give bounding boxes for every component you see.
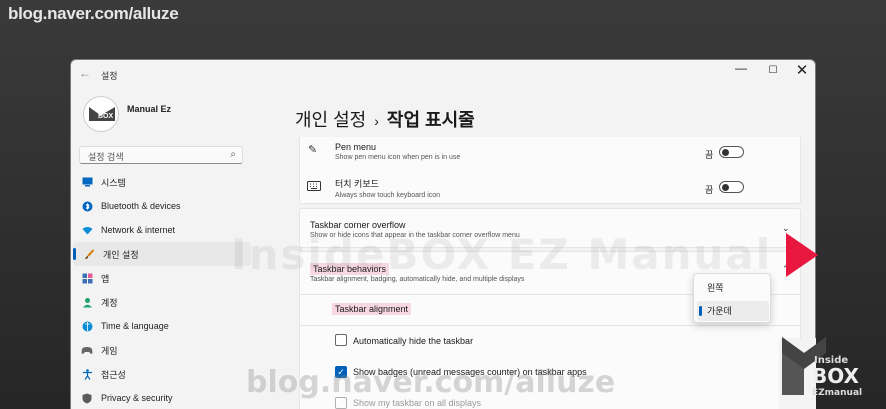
- breadcrumb-separator: ›: [374, 113, 379, 129]
- touch-keyboard-toggle-label: 끔: [705, 185, 714, 195]
- sidebar-item-label: 게임: [101, 345, 118, 356]
- pen-menu-toggle[interactable]: [719, 146, 744, 158]
- page-title: 개인 설정 › 작업 표시줄: [295, 106, 475, 132]
- maximize-icon[interactable]: ☐: [761, 65, 785, 76]
- breadcrumb-current: 작업 표시줄: [386, 110, 475, 130]
- touch-keyboard-toggle[interactable]: [719, 181, 744, 193]
- account-icon: [81, 296, 93, 308]
- insidebox-logo: Inside BOX EZmanual: [778, 333, 882, 399]
- globe-icon: [81, 320, 93, 332]
- sidebar-item-label: Network & internet: [101, 225, 176, 235]
- touch-keyboard-title: 터치 키보드: [335, 179, 379, 189]
- sidebar-nav: 시스템 Bluetooth & devices Network & intern…: [71, 170, 253, 409]
- sidebar-item-apps[interactable]: 앱: [71, 266, 253, 290]
- sidebar-item-system[interactable]: 시스템: [71, 170, 253, 194]
- avatar[interactable]: BOX: [83, 96, 119, 132]
- sidebar-item-label: Time & language: [101, 321, 169, 331]
- sidebar-item-network[interactable]: Network & internet: [71, 218, 253, 242]
- shield-icon: [81, 392, 93, 404]
- search-icon[interactable]: ⌕: [230, 149, 236, 160]
- bottom-url-watermark: blog.naver.com/alluze: [246, 365, 616, 400]
- dropdown-option-left[interactable]: 왼쪽: [697, 278, 769, 298]
- breadcrumb-parent[interactable]: 개인 설정: [295, 110, 366, 130]
- taskbar-icons-card: Pen menu Show pen menu icon when pen is …: [299, 137, 801, 204]
- accessibility-icon: [81, 368, 93, 380]
- back-arrow-icon[interactable]: ←: [79, 66, 91, 80]
- sidebar-item-label: Privacy & security: [101, 393, 173, 403]
- close-icon[interactable]: ✕: [790, 61, 814, 79]
- pen-menu-row: Pen menu Show pen menu icon when pen is …: [335, 142, 460, 161]
- settings-window: ← 설정 — ☐ ✕ BOX Manual Ez 설정 검색 ⌕ 시스템 Blu…: [70, 59, 816, 409]
- touch-keyboard-subtitle: Always show touch keyboard icon: [335, 192, 441, 199]
- keyboard-icon: [307, 178, 321, 196]
- profile-section[interactable]: BOX: [83, 96, 119, 132]
- alignment-row: Taskbar alignment: [332, 303, 412, 315]
- monitor-icon: [81, 176, 93, 188]
- brush-icon: [83, 248, 95, 260]
- alignment-label: Taskbar alignment: [332, 303, 412, 315]
- search-input[interactable]: 설정 검색 ⌕: [79, 146, 243, 164]
- avatar-text: BOX: [98, 113, 114, 120]
- app-title: 설정: [101, 71, 118, 81]
- sidebar-item-label: 개인 설정: [103, 249, 139, 260]
- pen-menu-toggle-label: 끔: [705, 150, 714, 160]
- minimize-icon[interactable]: —: [729, 61, 753, 75]
- brand-line3: EZmanual: [812, 388, 862, 398]
- title-bar: ← 설정 — ☐ ✕: [71, 60, 815, 88]
- touch-keyboard-row: 터치 키보드 Always show touch keyboard icon: [335, 177, 440, 199]
- wifi-icon: [81, 224, 93, 236]
- auto-hide-checkbox[interactable]: [335, 334, 347, 346]
- sidebar-item-accessibility[interactable]: 접근성: [71, 362, 253, 386]
- pen-icon: ✎: [308, 144, 318, 156]
- auto-hide-label: Automatically hide the taskbar: [353, 336, 474, 346]
- sidebar-item-label: 접근성: [101, 369, 126, 380]
- sidebar-item-time-language[interactable]: Time & language: [71, 314, 253, 338]
- alignment-dropdown[interactable]: 왼쪽 가운데: [693, 273, 771, 323]
- sidebar-item-accounts[interactable]: 계정: [71, 290, 253, 314]
- dropdown-option-center[interactable]: 가운데: [697, 301, 769, 321]
- sidebar-item-label: 시스템: [101, 177, 126, 188]
- sidebar-item-bluetooth[interactable]: Bluetooth & devices: [71, 194, 253, 218]
- blog-url-watermark: blog.naver.com/alluze: [8, 4, 179, 23]
- background-watermark: InsideBOX EZ Manual: [231, 230, 773, 279]
- search-placeholder: 설정 검색: [88, 152, 124, 162]
- user-name: Manual Ez: [127, 104, 172, 114]
- sidebar-item-gaming[interactable]: 게임: [71, 338, 253, 362]
- pen-menu-subtitle: Show pen menu icon when pen is in use: [335, 154, 461, 161]
- sidebar-item-privacy[interactable]: Privacy & security: [71, 386, 253, 409]
- gamepad-icon: [81, 344, 93, 356]
- sidebar-item-label: 계정: [101, 297, 118, 308]
- sidebar-item-label: Bluetooth & devices: [101, 201, 181, 211]
- pen-menu-title: Pen menu: [335, 142, 377, 152]
- brand-line2: BOX: [812, 364, 860, 388]
- sidebar-item-personalization[interactable]: 개인 설정: [73, 242, 251, 266]
- sidebar-item-label: 앱: [101, 273, 110, 284]
- bluetooth-icon: [81, 200, 93, 212]
- corner-overflow-title: Taskbar corner overflow: [310, 220, 406, 230]
- pointer-arrow-icon: [786, 233, 818, 277]
- apps-icon: [81, 272, 93, 284]
